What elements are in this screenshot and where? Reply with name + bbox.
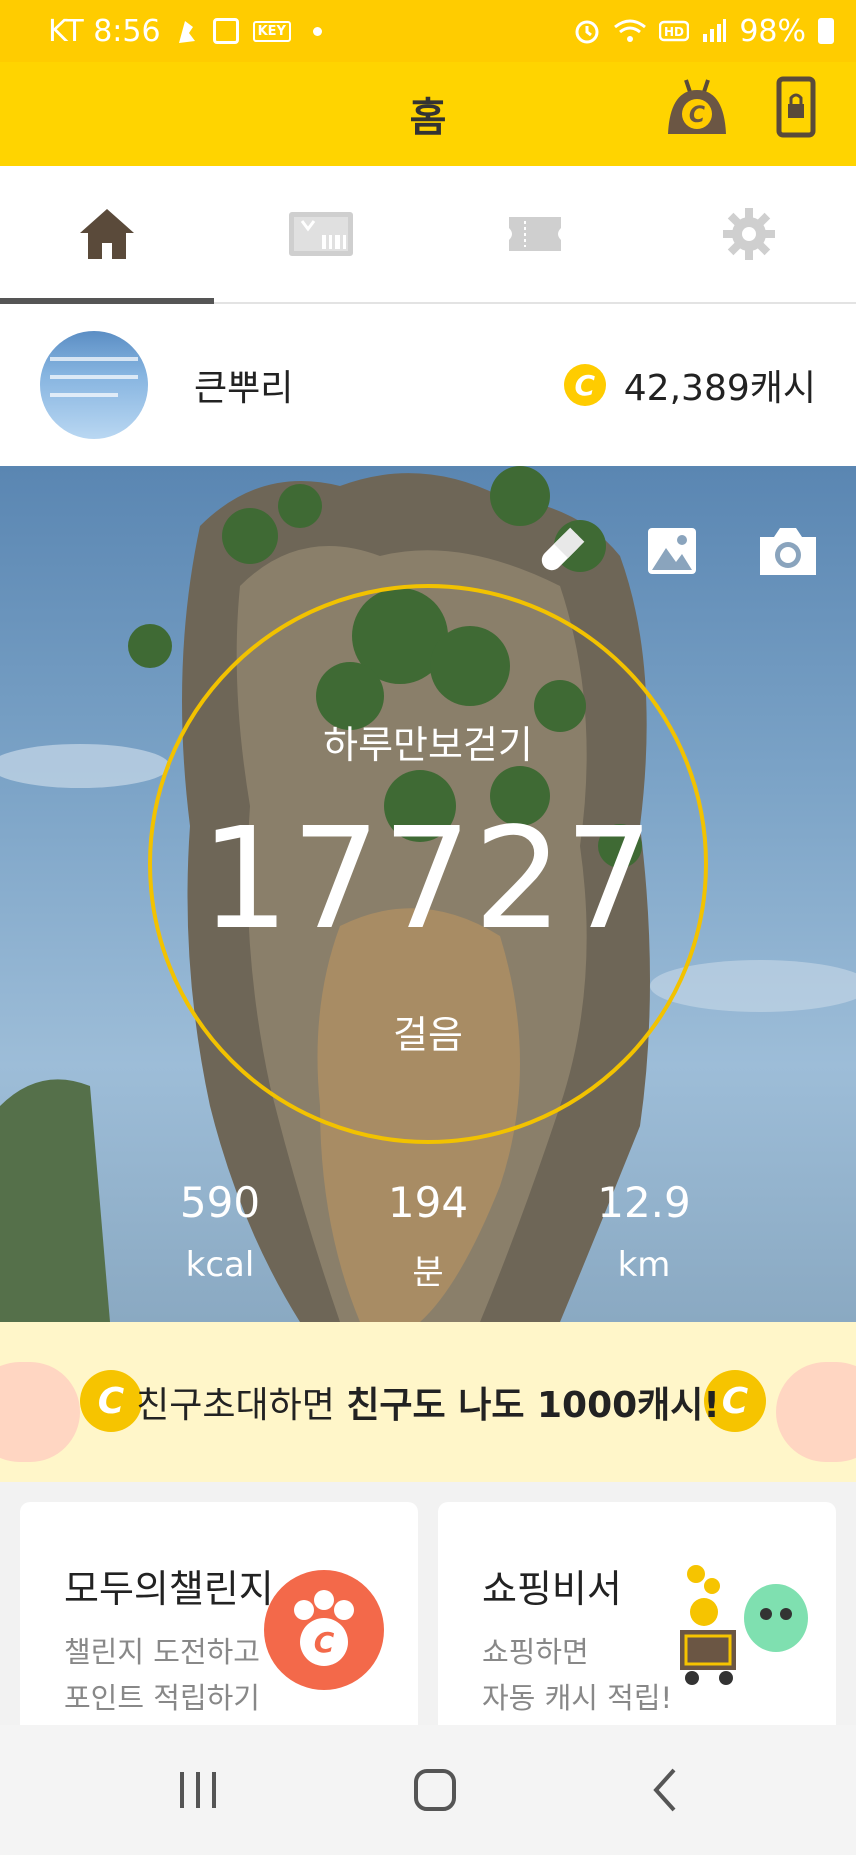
svg-text:C: C	[314, 1626, 335, 1659]
back-icon[interactable]	[650, 1768, 680, 1812]
camera-icon[interactable]	[756, 525, 820, 577]
shopping-assistant-card[interactable]: 쇼핑비서 쇼핑하면 자동 캐시 적립!	[438, 1502, 836, 1742]
hand-illustration	[0, 1362, 80, 1462]
user-nickname: 큰뿌리	[194, 368, 294, 409]
paw-coin-icon: C	[264, 1570, 384, 1690]
shopping-cart-character-icon	[680, 1565, 808, 1685]
ticket-icon	[509, 217, 561, 251]
hand-illustration	[776, 1362, 856, 1462]
tab-giftcard[interactable]	[214, 166, 428, 302]
step-count: 17727	[200, 798, 656, 961]
step-unit: 걸음	[393, 1013, 463, 1057]
profile-row[interactable]: 큰뿌리 C 42,389캐시	[0, 304, 856, 466]
minutes-unit: 분	[412, 1253, 444, 1293]
tab-bar	[0, 166, 856, 304]
carrier-time: KT 8:56	[48, 13, 161, 49]
page-title: 홈	[409, 95, 447, 141]
tab-settings[interactable]	[642, 166, 856, 302]
tab-coupon[interactable]	[428, 166, 642, 302]
cash-balance[interactable]: C 42,389캐시	[563, 359, 816, 411]
pedometer-label: 하루만보걷기	[323, 723, 533, 767]
gallery-icon[interactable]	[646, 526, 698, 576]
svg-text:C: C	[689, 103, 705, 128]
cashwalk-character-icon[interactable]: C	[664, 76, 730, 138]
svg-text:HD: HD	[664, 25, 684, 39]
hd-voice-icon: HD	[659, 20, 690, 42]
wifi-icon	[614, 19, 647, 42]
distance-unit: km	[617, 1245, 671, 1285]
calories-unit: kcal	[185, 1245, 255, 1285]
challenge-card[interactable]: 모두의챌린지 챌린지 도전하고 포인트 적립하기 C	[20, 1502, 418, 1742]
home-button-icon[interactable]	[413, 1768, 457, 1812]
edit-pill-icon[interactable]	[534, 524, 588, 578]
lockscreen-phone-icon[interactable]	[776, 76, 816, 138]
gear-icon	[723, 208, 775, 260]
gallery-notification-icon	[212, 18, 239, 44]
minutes-value: 194	[387, 1178, 469, 1227]
banner-text: 친구초대하면 친구도 나도 1000캐시!	[136, 1385, 720, 1426]
minutes-stat: 194 분	[348, 1178, 508, 1294]
battery-icon	[818, 18, 834, 44]
coin-icon: C	[563, 364, 606, 406]
distance-stat: 12.9 km	[564, 1178, 724, 1285]
avatar[interactable]	[40, 331, 148, 439]
notification-app-icon	[178, 21, 195, 43]
recent-apps-icon[interactable]	[176, 1770, 220, 1810]
distance-value: 12.9	[597, 1178, 691, 1227]
status-bar: KT 8:56 KEY HD 98%	[0, 0, 856, 62]
invite-friends-banner[interactable]: C 친구초대하면 친구도 나도 1000캐시! C	[0, 1322, 856, 1482]
key-notification-icon: KEY	[252, 20, 291, 42]
more-notifications-dot	[312, 26, 322, 36]
cash-amount: 42,389캐시	[623, 368, 816, 409]
signal-icon	[703, 19, 727, 42]
calories-stat: 590 kcal	[140, 1178, 300, 1285]
alarm-icon	[575, 20, 599, 44]
feature-cards: 모두의챌린지 챌린지 도전하고 포인트 적립하기 C 쇼핑비서 쇼핑하면 자동 …	[20, 1502, 836, 1742]
calories-value: 590	[179, 1178, 261, 1227]
battery-percent: 98%	[739, 13, 806, 49]
tab-home[interactable]	[0, 166, 214, 304]
coin-icon: C	[80, 1370, 142, 1432]
app-header: 홈 C	[0, 62, 856, 166]
system-nav-bar	[0, 1725, 856, 1855]
gift-card-icon	[289, 212, 353, 256]
pedometer-panel: 하루만보걷기 17727 걸음 590 kcal 194 분 12.9 km	[0, 466, 856, 1322]
home-icon	[80, 209, 134, 259]
